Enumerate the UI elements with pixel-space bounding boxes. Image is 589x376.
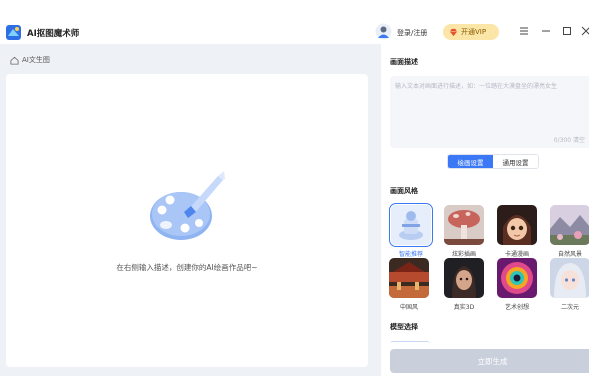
cartoon-icon <box>497 205 537 245</box>
canvas-panel: 在右侧输入描述，创建你的AI绘画作品吧~ <box>6 74 368 367</box>
style-label-real3d: 真实3D <box>453 304 475 311</box>
style-item-real3d[interactable]: 真实3D <box>444 258 486 311</box>
breadcrumb[interactable]: AI文生图 <box>10 55 50 65</box>
style-item-art[interactable]: 艺术创想 <box>497 258 539 311</box>
style-label-art: 艺术创想 <box>504 304 529 311</box>
colorful-illustration-icon <box>444 205 484 245</box>
breadcrumb-label: AI文生图 <box>22 56 50 64</box>
model-title: 模型选择 <box>390 323 418 331</box>
style-item-smart[interactable]: 智能推荐 <box>389 203 433 258</box>
title-bar: AI抠图魔术师 登录/注册 开通VIP <box>0 0 589 44</box>
minimize-icon[interactable] <box>541 26 551 36</box>
chinese-style-icon <box>389 258 429 298</box>
login-register-link[interactable]: 登录/注册 <box>397 28 427 38</box>
style-thumb-chinese[interactable] <box>389 258 429 298</box>
style-thumb-smart[interactable] <box>389 203 433 247</box>
style-thumb-nature[interactable] <box>550 205 589 245</box>
paint-palette-icon <box>150 171 225 240</box>
style-thumb-colorful[interactable] <box>444 205 484 245</box>
style-thumb-art[interactable] <box>497 258 537 298</box>
menu-icon[interactable] <box>519 26 529 36</box>
style-label-anime: 二次元 <box>560 304 579 311</box>
style-label-smart: 智能推荐 <box>398 251 423 258</box>
tab-drawing-settings[interactable]: 绘画设置 <box>448 155 493 168</box>
anime-icon <box>550 258 589 298</box>
settings-tabs: 绘画设置 通用设置 <box>447 154 539 169</box>
style-thumb-real3d[interactable] <box>444 258 484 298</box>
style-label-chinese: 中国风 <box>399 304 418 311</box>
description-title: 画面描述 <box>390 58 418 66</box>
char-count-value: 0/300 <box>553 137 572 144</box>
style-thumb-anime[interactable] <box>550 258 589 298</box>
clear-button[interactable]: 清空 <box>573 137 585 144</box>
diamond-icon <box>449 28 458 36</box>
real-3d-icon <box>444 258 484 298</box>
vip-label: 开通VIP <box>461 28 487 36</box>
char-count: 0/300 清空 <box>554 135 585 144</box>
app-logo-icon <box>6 25 21 40</box>
prompt-box: 0/300 清空 <box>390 76 589 148</box>
style-label-nature: 自然风景 <box>557 251 582 258</box>
style-label-colorful: 炫彩插画 <box>451 251 476 258</box>
generate-button[interactable]: 立即生成 <box>390 349 589 373</box>
home-icon <box>10 56 19 65</box>
open-vip-button[interactable]: 开通VIP <box>443 24 499 40</box>
style-item-chinese[interactable]: 中国风 <box>389 258 431 311</box>
smart-recommend-icon <box>391 205 431 245</box>
style-item-anime[interactable]: 二次元 <box>550 258 589 311</box>
user-avatar-icon[interactable] <box>375 23 392 40</box>
maximize-icon[interactable] <box>562 26 572 36</box>
style-item-cartoon[interactable]: 卡通漫画 <box>497 205 539 258</box>
settings-panel: 画面描述 0/300 清空 绘画设置 通用设置 画面风格 智能推荐 <box>381 44 589 376</box>
style-item-colorful[interactable]: 炫彩插画 <box>444 205 486 258</box>
model-selector[interactable] <box>390 341 430 347</box>
canvas-hint: 在右侧输入描述，创建你的AI绘画作品吧~ <box>116 263 258 272</box>
close-icon[interactable] <box>581 26 589 36</box>
style-title: 画面风格 <box>390 187 418 195</box>
nature-scene-icon <box>550 205 589 245</box>
app-title: AI抠图魔术师 <box>27 29 80 39</box>
style-thumb-cartoon[interactable] <box>497 205 537 245</box>
art-creative-icon <box>497 258 537 298</box>
tab-general-settings[interactable]: 通用设置 <box>493 155 538 168</box>
style-item-nature[interactable]: 自然风景 <box>550 205 589 258</box>
style-label-cartoon: 卡通漫画 <box>504 251 529 258</box>
